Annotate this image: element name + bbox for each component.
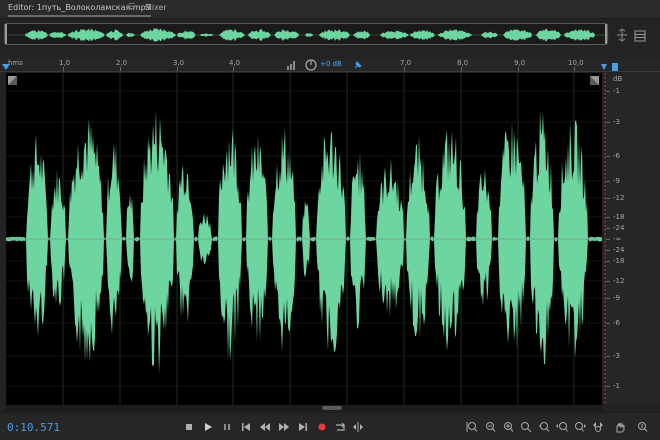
fade-in-handle-icon[interactable] — [8, 76, 17, 85]
db-scale-label: -1 — [613, 382, 620, 390]
zoom-in-amplitude-icon[interactable] — [466, 421, 478, 433]
db-scale-label: -3 — [613, 118, 620, 126]
ruler-tick-label: 3,0 — [173, 59, 185, 67]
db-scale-label: -6 — [613, 319, 620, 327]
db-scale-label: -3 — [613, 352, 620, 360]
ruler-tick-label: 9,0 — [514, 59, 526, 67]
db-scale-label: -∞ — [613, 235, 622, 243]
db-scale-tick — [606, 198, 610, 199]
pin-icon[interactable] — [353, 60, 363, 70]
hud-volume-control[interactable]: +0 dB — [285, 58, 365, 72]
zoom-navigator-icon[interactable] — [616, 27, 628, 42]
zoom-full-view-icon[interactable] — [636, 421, 648, 433]
db-scale-tick — [606, 261, 610, 262]
hand-tool-icon[interactable] — [614, 421, 626, 433]
editor-tab-bar: Editor: 1путь_Волоколамская.mp3 ☰ Mixer — [0, 0, 660, 19]
panel-menu-icon[interactable] — [634, 27, 646, 42]
timecode-display[interactable]: 0:10.571 — [7, 421, 60, 434]
db-scale-tick — [606, 122, 610, 123]
db-scale-tick — [606, 181, 610, 182]
zoom-in-left-icon[interactable] — [556, 421, 568, 433]
db-scale-tick — [606, 156, 610, 157]
db-scale-tick — [606, 386, 610, 387]
ruler-tick — [404, 67, 405, 71]
db-scale-tick — [606, 281, 610, 282]
ruler-tick — [63, 67, 64, 71]
ruler-tick-label: 7,0 — [400, 59, 412, 67]
ruler-tick — [233, 67, 234, 71]
db-scale-tick — [606, 323, 610, 324]
ruler-tick-label: 8,0 — [457, 59, 469, 67]
ruler-tick — [120, 67, 121, 71]
db-scale-label: -24 — [613, 246, 625, 254]
db-scale-tick — [606, 250, 610, 251]
db-scale-label: -1 — [613, 87, 620, 95]
horizontal-scrollbar[interactable] — [6, 405, 602, 411]
db-scale-label: -9 — [613, 294, 620, 302]
ruler-tick-label: 2,0 — [116, 59, 128, 67]
volume-knob-icon[interactable] — [305, 59, 317, 71]
record-button[interactable] — [316, 421, 328, 433]
stop-button[interactable] — [183, 421, 195, 433]
db-scale-tick — [606, 217, 610, 218]
waveform-graphic — [6, 73, 602, 405]
amplitude-ruler[interactable]: dB -1 -3 -6 -9 -12 -18 -24 -∞ -24 -18 -12 -9 -6 -3 -1 — [604, 73, 660, 405]
db-scale-label: -9 — [613, 177, 620, 185]
ruler-tick-label: 1,0 — [59, 59, 71, 67]
db-scale-label: -12 — [613, 194, 625, 202]
zoom-out-icon[interactable] — [538, 421, 550, 433]
transport-bar: 0:10.571 — [0, 412, 660, 440]
skip-selection-button[interactable] — [352, 421, 364, 433]
db-scale-tick — [606, 228, 610, 229]
db-scale-tick — [606, 356, 610, 357]
loop-playback-button[interactable] — [334, 421, 346, 433]
rewind-button[interactable] — [259, 421, 271, 433]
zoom-out-full-icon[interactable] — [502, 421, 514, 433]
playhead-marker[interactable] — [600, 61, 624, 72]
ruler-tick-label: 4,0 — [229, 59, 241, 67]
hamburger-icon[interactable]: ☰ — [128, 2, 135, 11]
waveform-shape — [6, 109, 602, 375]
signal-bars-icon — [287, 61, 295, 70]
go-to-start-button[interactable] — [240, 421, 252, 433]
ruler-tick — [461, 67, 462, 71]
zoom-in-icon[interactable] — [520, 421, 532, 433]
waveform-editor[interactable] — [6, 73, 602, 405]
zoom-in-right-icon[interactable] — [574, 421, 586, 433]
db-scale-label: -18 — [613, 257, 625, 265]
overview-waveform[interactable] — [4, 23, 609, 45]
db-scale-label: -6 — [613, 152, 620, 160]
fast-forward-button[interactable] — [278, 421, 290, 433]
pause-button[interactable] — [221, 421, 233, 433]
overview-visible-range[interactable] — [5, 24, 607, 44]
tab-mixer[interactable]: Mixer — [145, 3, 167, 12]
fade-out-handle-icon[interactable] — [590, 76, 599, 85]
ruler-tick-label: 10,0 — [568, 59, 584, 67]
db-scale-label: -12 — [613, 277, 625, 285]
zoom-selection-icon[interactable] — [592, 421, 604, 433]
play-button[interactable] — [202, 421, 214, 433]
db-unit: dB — [613, 75, 623, 83]
playhead-start-marker[interactable] — [2, 64, 10, 72]
db-scale-label: -24 — [613, 224, 625, 232]
ruler-tick — [177, 67, 178, 71]
go-to-end-button[interactable] — [297, 421, 309, 433]
ruler-unit: hms — [8, 59, 23, 67]
db-scale-label: -18 — [613, 213, 625, 221]
scrollbar-thumb[interactable] — [322, 406, 342, 410]
ruler-tick — [518, 67, 519, 71]
ruler-tick — [574, 67, 575, 71]
db-scale-tick — [606, 239, 610, 240]
db-scale-tick — [606, 298, 610, 299]
db-scale-tick — [606, 91, 610, 92]
volume-value[interactable]: +0 dB — [320, 60, 342, 68]
zoom-out-amplitude-icon[interactable] — [484, 421, 496, 433]
